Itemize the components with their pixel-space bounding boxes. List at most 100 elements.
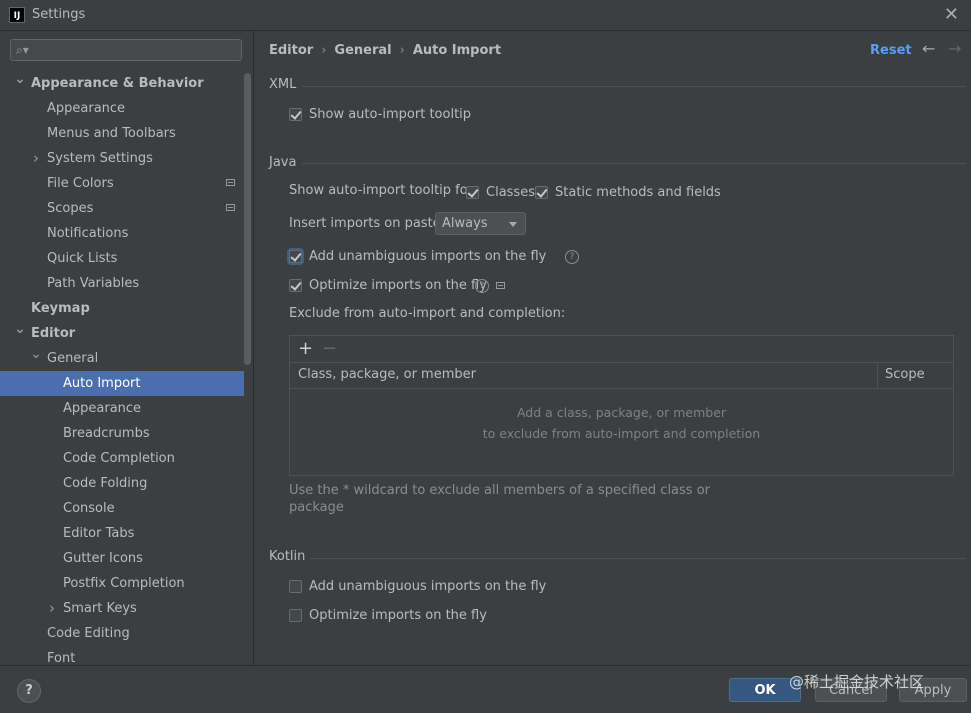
sidebar-scrollbar[interactable] <box>244 73 251 365</box>
xml-show-tooltip-label: Show auto-import tooltip <box>309 107 472 122</box>
intellij-logo-icon: IJ <box>9 7 25 23</box>
back-arrow-icon[interactable]: ← <box>922 39 935 58</box>
sidebar-item-label: Appearance <box>47 101 126 116</box>
column-header-scope[interactable]: Scope <box>885 367 925 382</box>
sidebar-item-gutter-icons[interactable]: Gutter Icons <box>0 546 244 571</box>
settings-sidebar: ⌕▾ ⌄ Appearance & Behavior Appearance Menus… <box>0 31 254 665</box>
breadcrumb-general[interactable]: General <box>334 43 391 58</box>
java-classes-checkbox[interactable] <box>466 186 479 199</box>
xml-show-tooltip-checkbox[interactable] <box>289 108 302 121</box>
java-classes-label: Classes <box>486 185 535 200</box>
sidebar-item-label: Keymap <box>31 301 90 316</box>
chevron-down-icon[interactable]: ⌄ <box>14 67 26 92</box>
sidebar-item-postfix-completion[interactable]: Postfix Completion <box>0 571 244 596</box>
project-scope-icon <box>226 179 235 186</box>
sidebar-item-system-settings[interactable]: › System Settings <box>0 146 244 171</box>
sidebar-item-appearance[interactable]: Appearance <box>0 96 244 121</box>
sidebar-item-label: Path Variables <box>47 276 140 291</box>
insert-on-paste-value: Always <box>442 216 488 231</box>
sidebar-item-auto-import[interactable]: Auto Import <box>0 371 244 396</box>
sidebar-item-editor-tabs[interactable]: Editor Tabs <box>0 521 244 546</box>
sidebar-item-label: Console <box>63 501 115 516</box>
search-icon: ⌕▾ <box>16 43 29 57</box>
chevron-down-icon[interactable]: ⌄ <box>14 317 26 342</box>
chevron-right-icon[interactable]: › <box>46 596 58 621</box>
section-title-java: Java <box>269 155 297 170</box>
sidebar-item-smart-keys[interactable]: › Smart Keys <box>0 596 244 621</box>
project-scope-icon <box>496 282 505 289</box>
chevron-down-icon <box>509 222 517 227</box>
section-title-xml: XML <box>269 77 297 92</box>
sidebar-item-code-editing[interactable]: Code Editing <box>0 621 244 646</box>
section-divider <box>302 163 966 164</box>
chevron-down-icon[interactable]: ⌄ <box>30 342 42 367</box>
exclude-label: Exclude from auto-import and completion: <box>289 306 566 321</box>
sidebar-item-label: Menus and Toolbars <box>47 126 176 141</box>
section-title-kotlin: Kotlin <box>269 549 306 564</box>
watermark: @稀土掘金技术社区 <box>789 673 925 691</box>
breadcrumb-editor[interactable]: Editor <box>269 43 313 58</box>
close-icon[interactable]: ✕ <box>944 4 959 25</box>
sidebar-item-console[interactable]: Console <box>0 496 244 521</box>
java-optimize-imports-checkbox[interactable] <box>289 279 302 292</box>
java-optimize-imports-label: Optimize imports on the fly <box>309 278 487 293</box>
breadcrumb-auto-import: Auto Import <box>412 43 502 58</box>
sidebar-item-label: Code Completion <box>63 451 175 466</box>
insert-on-paste-label: Insert imports on paste: <box>289 216 446 231</box>
column-divider[interactable] <box>877 363 878 388</box>
exclude-table: + − Class, package, or member Scope Add … <box>289 335 954 476</box>
sidebar-item-label: Scopes <box>47 201 94 216</box>
project-scope-icon <box>226 204 235 211</box>
kotlin-optimize-imports-label: Optimize imports on the fly <box>309 608 487 623</box>
kotlin-optimize-imports-checkbox[interactable] <box>289 609 302 622</box>
wildcard-hint: package <box>289 500 344 515</box>
sidebar-item-notifications[interactable]: Notifications <box>0 221 244 246</box>
help-icon[interactable]: ? <box>475 279 489 293</box>
section-divider <box>302 86 966 87</box>
empty-table-text: to exclude from auto-import and completi… <box>482 426 761 441</box>
sidebar-item-label: Notifications <box>47 226 129 241</box>
java-static-methods-checkbox[interactable] <box>535 186 548 199</box>
sidebar-item-label: File Colors <box>47 176 114 191</box>
breadcrumb: Editor › General › Auto Import <box>269 43 501 58</box>
title-bar: IJ Settings ✕ <box>0 0 971 31</box>
add-icon[interactable]: + <box>298 338 313 359</box>
sidebar-item-file-colors[interactable]: File Colors <box>0 171 244 196</box>
search-input[interactable] <box>35 41 239 61</box>
breadcrumb-separator: › <box>321 43 327 58</box>
sidebar-item-keymap[interactable]: Keymap <box>0 296 244 321</box>
java-add-unambiguous-label: Add unambiguous imports on the fly <box>309 249 547 264</box>
help-icon[interactable]: ? <box>565 250 579 264</box>
java-add-unambiguous-checkbox[interactable] <box>289 250 302 263</box>
forward-arrow-icon[interactable]: → <box>948 39 961 58</box>
sidebar-item-font[interactable]: Font <box>0 646 244 665</box>
sidebar-item-label: Font <box>47 651 76 665</box>
sidebar-item-appearance-behavior[interactable]: ⌄ Appearance & Behavior <box>0 71 244 96</box>
sidebar-item-menus-and-toolbars[interactable]: Menus and Toolbars <box>0 121 244 146</box>
sidebar-item-label: Postfix Completion <box>63 576 185 591</box>
sidebar-item-label: Quick Lists <box>47 251 118 266</box>
column-header-member[interactable]: Class, package, or member <box>298 367 476 382</box>
sidebar-item-path-variables[interactable]: Path Variables <box>0 271 244 296</box>
sidebar-item-scopes[interactable]: Scopes <box>0 196 244 221</box>
sidebar-item-code-completion[interactable]: Code Completion <box>0 446 244 471</box>
chevron-right-icon[interactable]: › <box>30 146 42 171</box>
empty-table-text: Add a class, package, or member <box>516 405 727 420</box>
table-header: Class, package, or member Scope <box>290 362 953 389</box>
dialog-footer: ? OK Cancel Apply @稀土掘金技术社区 <box>0 665 971 713</box>
java-tooltip-for-label: Show auto-import tooltip for: <box>289 183 478 198</box>
sidebar-item-breadcrumbs[interactable]: Breadcrumbs <box>0 421 244 446</box>
sidebar-item-label: Appearance & Behavior <box>31 76 204 91</box>
reset-link[interactable]: Reset <box>870 43 912 58</box>
sidebar-item-label: Appearance <box>63 401 142 416</box>
settings-tree: ⌄ Appearance & Behavior Appearance Menus an… <box>0 71 244 665</box>
sidebar-item-code-folding[interactable]: Code Folding <box>0 471 244 496</box>
settings-search[interactable]: ⌕▾ <box>10 39 242 61</box>
insert-on-paste-dropdown[interactable]: Always <box>435 212 526 235</box>
kotlin-add-unambiguous-checkbox[interactable] <box>289 580 302 593</box>
sidebar-item-quick-lists[interactable]: Quick Lists <box>0 246 244 271</box>
sidebar-item-appearance[interactable]: Appearance <box>0 396 244 421</box>
sidebar-item-general[interactable]: ⌄ General <box>0 346 244 371</box>
window-title: Settings <box>32 7 86 22</box>
help-button[interactable]: ? <box>17 679 41 703</box>
